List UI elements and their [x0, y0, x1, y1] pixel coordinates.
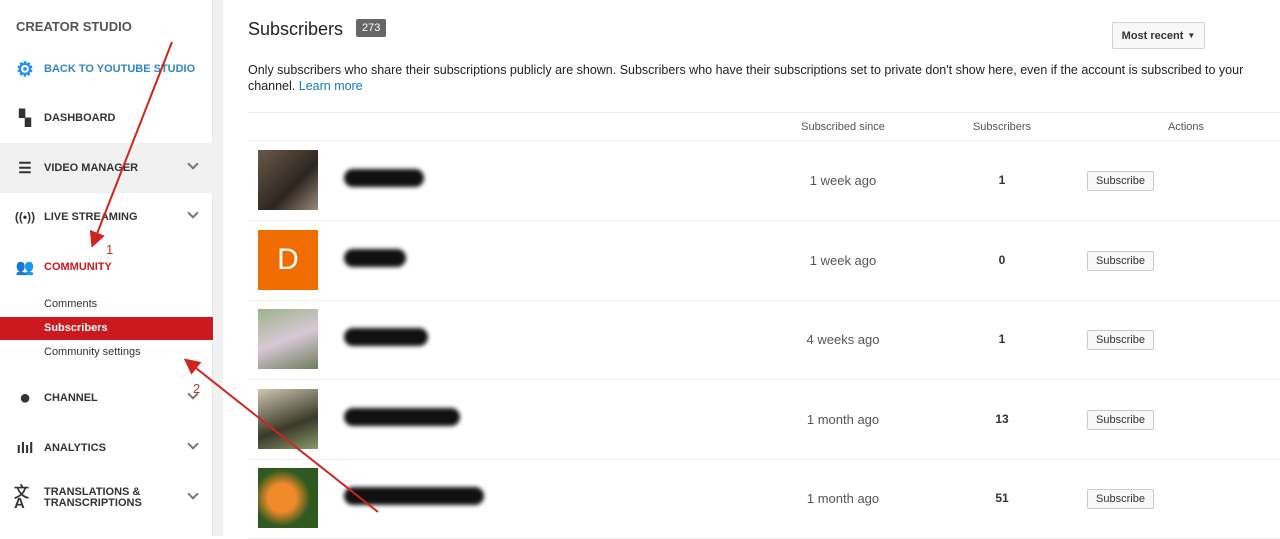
column-actions: Actions: [1167, 121, 1205, 133]
subscriber-count: 13: [995, 411, 1009, 426]
subscriber-count: 51: [995, 491, 1009, 505]
label-line2: TRANSCRIPTIONS: [44, 497, 142, 509]
redacted-name[interactable]: [344, 487, 484, 505]
sidebar-subitem-subscribers[interactable]: Subscribers: [0, 317, 213, 340]
avatar[interactable]: [258, 309, 318, 369]
redacted-name[interactable]: [344, 248, 406, 267]
table-row: 4 weeks ago 1 Subscribe: [248, 300, 1280, 380]
bar-chart-icon: ılıl: [16, 439, 34, 457]
subscribed-since: 4 weeks ago: [806, 332, 880, 347]
avatar[interactable]: [258, 468, 318, 528]
sidebar-item-video-manager[interactable]: ☰ VIDEO MANAGER: [0, 143, 213, 193]
sidebar-item-dashboard[interactable]: ▚ DASHBOARD: [0, 93, 213, 143]
column-subscribers[interactable]: Subscribers: [973, 121, 1031, 133]
sidebar-item-analytics[interactable]: ılıl ANALYTICS: [0, 423, 213, 473]
people-icon: 👥: [15, 259, 35, 276]
table-row: 1 month ago 13 Subscribe: [248, 380, 1280, 460]
sidebar-subitem-community-settings[interactable]: Community settings: [0, 341, 213, 364]
learn-more-link[interactable]: Learn more: [299, 79, 363, 93]
chevron-down-icon[interactable]: [187, 207, 199, 219]
subscribed-since: 1 week ago: [809, 173, 877, 188]
avatar-letter: D: [277, 242, 299, 276]
sidebar-item-live-streaming[interactable]: ((•)) LIVE STREAMING: [0, 192, 213, 242]
subscriber-count: 1: [998, 332, 1006, 346]
annotation-number-1: 1: [106, 242, 114, 257]
label: CHANNEL: [44, 392, 98, 404]
chevron-down-icon[interactable]: [187, 438, 199, 450]
subscribed-since: 1 month ago: [806, 491, 880, 506]
sidebar-item-translations[interactable]: 文A TRANSLATIONS & TRANSCRIPTIONS: [0, 473, 213, 523]
table-row: 1 month ago 51 Subscribe: [248, 459, 1280, 539]
sidebar-title: CREATOR STUDIO: [16, 19, 132, 34]
description-text: Only subscribers who share their subscri…: [248, 63, 1244, 93]
subscribed-since: 1 week ago: [809, 252, 877, 268]
table-row: D 1 week ago 0 Subscribe: [248, 221, 1280, 301]
subscriber-count-badge: 273: [356, 19, 387, 37]
subscribed-since: 1 month ago: [806, 411, 880, 427]
dashboard-icon: ▚: [19, 110, 31, 127]
label: DASHBOARD: [44, 112, 116, 124]
subscriber-count: 1: [998, 173, 1006, 187]
sidebar: CREATOR STUDIO ⚙ BACK TO YOUTUBE STUDIO ▚…: [0, 0, 213, 536]
live-icon: ((•)): [14, 210, 36, 224]
table-header: Subscribed since Subscribers Actions: [248, 112, 1280, 141]
sidebar-subitem-comments[interactable]: Comments: [0, 293, 213, 316]
gutter: [213, 0, 223, 536]
avatar[interactable]: [258, 150, 318, 210]
label: BACK TO YOUTUBE STUDIO: [44, 63, 196, 75]
sidebar-item-back-to-studio[interactable]: ⚙ BACK TO YOUTUBE STUDIO: [0, 44, 213, 94]
caret-down-icon: ▼: [1187, 31, 1196, 40]
subscribe-button[interactable]: Subscribe: [1087, 489, 1154, 509]
subscribe-button[interactable]: Subscribe: [1087, 171, 1154, 191]
gear-icon: ⚙: [16, 58, 34, 81]
subscribe-button[interactable]: Subscribe: [1087, 330, 1154, 350]
sort-label: Most recent: [1121, 29, 1184, 42]
label: COMMUNITY: [44, 261, 112, 273]
redacted-name[interactable]: [344, 407, 460, 426]
account-icon: ●: [18, 386, 32, 409]
page-title: Subscribers: [248, 19, 344, 39]
sidebar-item-channel[interactable]: ● CHANNEL: [0, 373, 213, 423]
label: TRANSLATIONS & TRANSCRIPTIONS: [44, 487, 142, 509]
description: Only subscribers who share their subscri…: [248, 62, 1280, 94]
label: VIDEO MANAGER: [44, 162, 139, 174]
table-row: 1 week ago 1 Subscribe: [248, 141, 1280, 221]
redacted-name[interactable]: [344, 169, 424, 187]
avatar[interactable]: D: [258, 229, 318, 290]
subscribe-button[interactable]: Subscribe: [1087, 409, 1154, 430]
chevron-down-icon[interactable]: [187, 158, 199, 170]
avatar[interactable]: [258, 388, 318, 449]
subscriber-count: 0: [998, 252, 1006, 267]
redacted-name[interactable]: [344, 328, 428, 346]
sort-dropdown[interactable]: Most recent ▼: [1112, 22, 1205, 49]
translate-icon: 文A: [14, 484, 30, 512]
annotation-number-2: 2: [193, 381, 201, 396]
video-manager-icon: ☰: [18, 160, 32, 177]
subscribe-button[interactable]: Subscribe: [1087, 250, 1154, 271]
chevron-down-icon[interactable]: [187, 488, 199, 500]
column-subscribed-since[interactable]: Subscribed since: [801, 121, 885, 133]
label: LIVE STREAMING: [44, 211, 138, 223]
label: ANALYTICS: [44, 442, 106, 454]
